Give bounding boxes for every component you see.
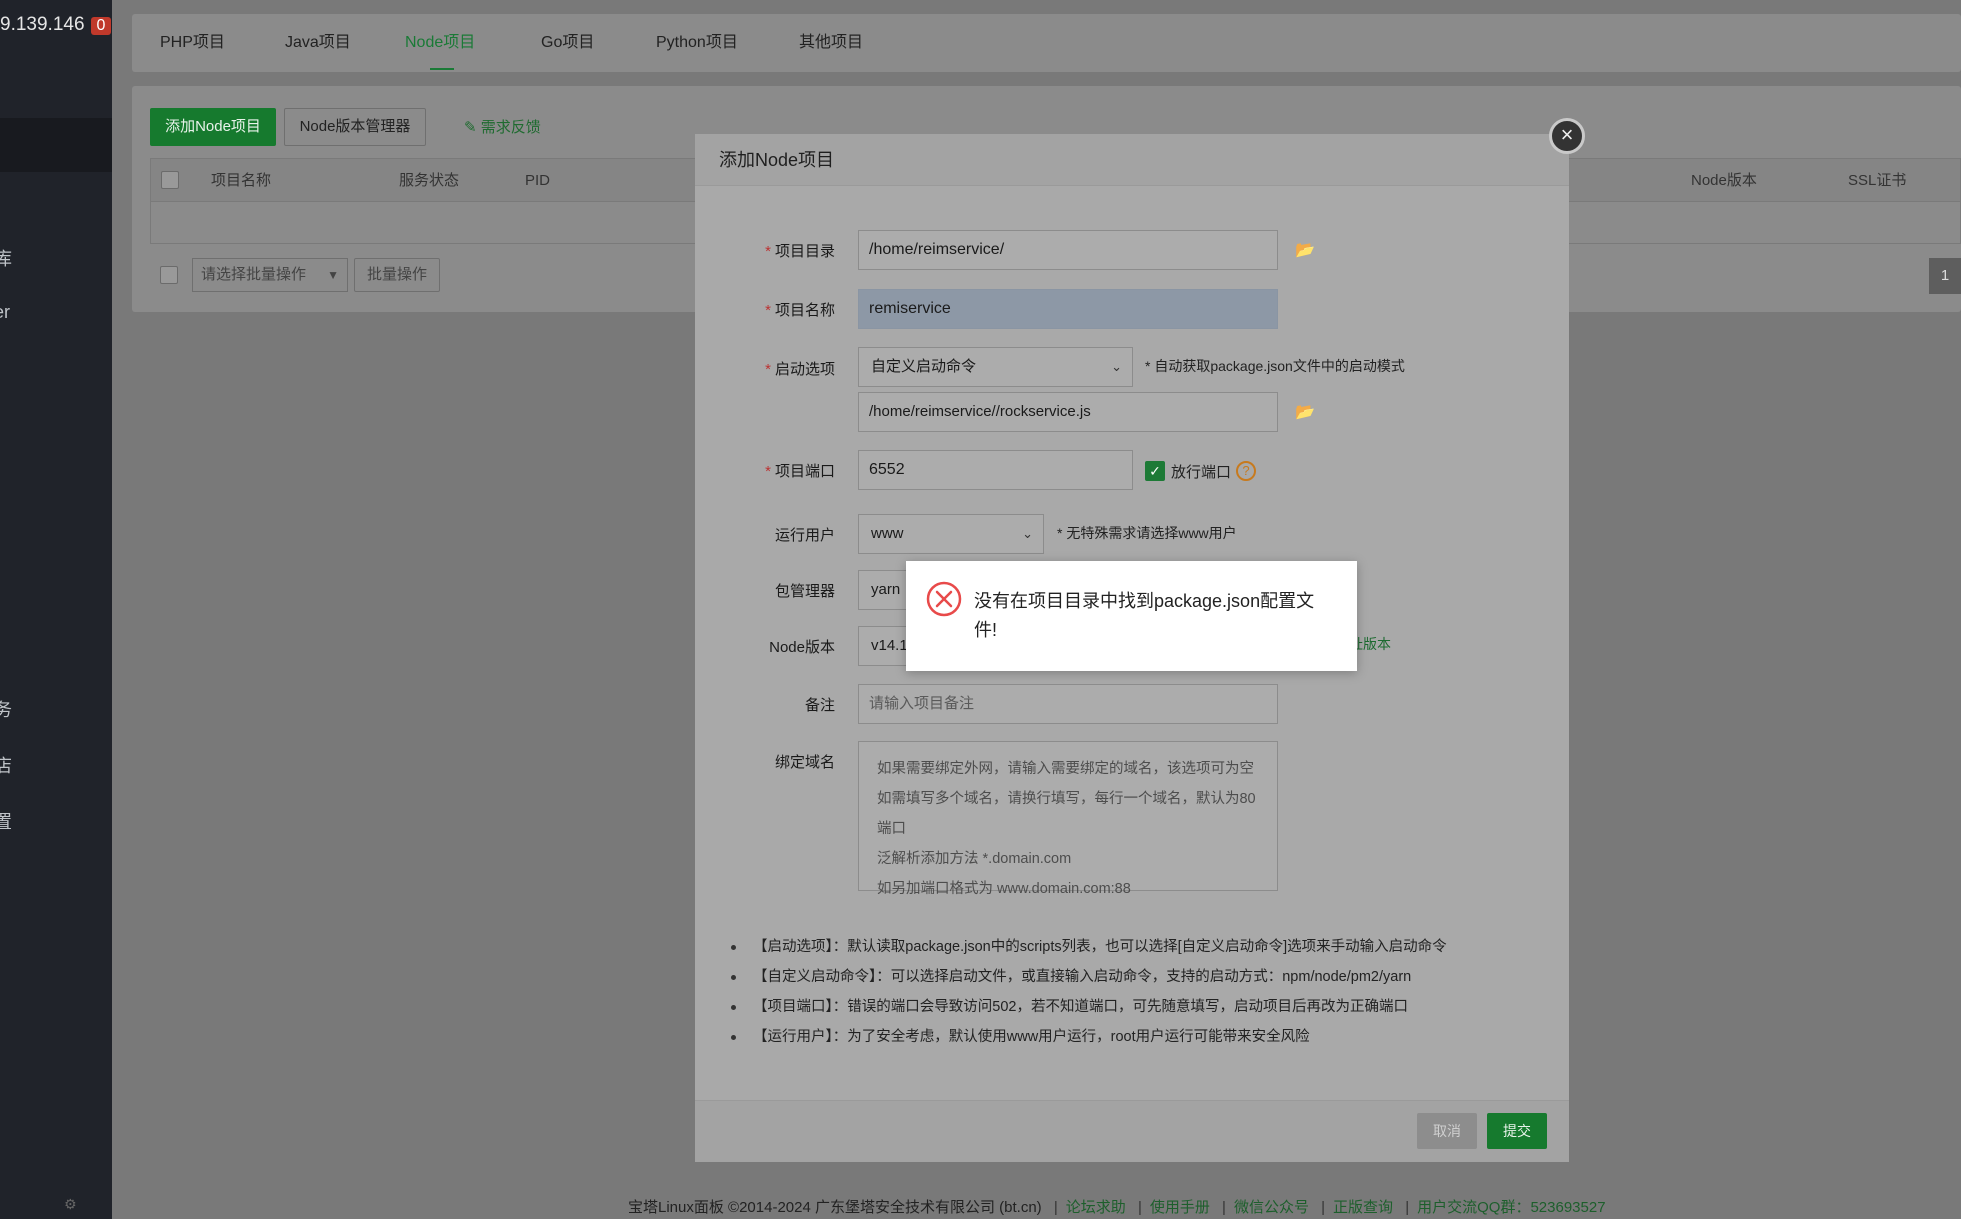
run-user-value: www — [871, 525, 904, 542]
sidebar-item-4[interactable]: 置 — [0, 808, 12, 834]
domain-placeholder-line: 如需填写多个域名，请换行填写，每行一个域名，默认为80端口 — [877, 791, 1256, 837]
gear-icon[interactable]: ⚙ — [64, 1196, 77, 1213]
pagination-page[interactable]: 1 — [1929, 258, 1961, 294]
open-port-checkbox[interactable]: ✓ — [1145, 461, 1165, 481]
note-item: 【项目端口】：错误的端口会导致访问502，若不知道端口，可先随意填写，启动项目后… — [731, 992, 1447, 1022]
error-message: 没有在项目目录中找到package.json配置文件! — [974, 591, 1315, 640]
start-option-select[interactable]: 自定义启动命令 ⌄ — [858, 347, 1133, 387]
project-port-label: * 项目端口 — [765, 463, 835, 480]
batch-select-label: 请选择批量操作 — [201, 266, 307, 283]
batch-select[interactable]: 请选择批量操作 ▼ — [192, 258, 348, 292]
col-service-status[interactable]: 服务状态 — [399, 159, 459, 203]
close-icon[interactable]: × — [1549, 118, 1585, 154]
sidebar-item-1[interactable]: er — [0, 302, 10, 323]
modal-header: 添加Node项目 — [695, 134, 1569, 186]
modal-footer: 取消 提交 — [695, 1100, 1569, 1162]
open-port-label: 放行端口 — [1171, 464, 1232, 481]
chevron-down-icon: ▼ — [327, 268, 339, 282]
run-user-label: 运行用户 — [774, 527, 835, 544]
sidebar: 9.139.146 0 库 er 务 店 置 ⚙ — [0, 0, 112, 1219]
project-name-input[interactable]: remiservice — [858, 289, 1278, 329]
folder-icon[interactable]: 📂 — [1295, 240, 1315, 260]
domain-label: 绑定域名 — [774, 754, 835, 771]
chevron-down-icon: ⌄ — [1022, 526, 1033, 541]
server-ip-text: 9.139.146 — [0, 14, 85, 35]
project-tabs: PHP项目 Java项目 Node项目 Go项目 Python项目 其他项目 — [132, 14, 1961, 72]
error-toast: 没有在项目目录中找到package.json配置文件! — [906, 561, 1357, 671]
notification-badge[interactable]: 0 — [90, 17, 112, 35]
run-user-select[interactable]: www ⌄ — [858, 514, 1044, 554]
tab-php[interactable]: PHP项目 — [160, 14, 225, 72]
footer-link-license[interactable]: 正版查询 — [1333, 1199, 1393, 1216]
copyright: 宝塔Linux面板 ©2014-2024 广东堡塔安全技术有限公司 (bt.cn… — [628, 1199, 1042, 1216]
node-version-label: Node版本 — [769, 639, 835, 656]
domain-placeholder-line: 如另加端口格式为 www.domain.com:88 — [877, 881, 1131, 897]
tab-other[interactable]: 其他项目 — [799, 14, 863, 72]
project-dir-label: * 项目目录 — [765, 243, 835, 260]
help-notes: 【启动选项】：默认读取package.json中的scripts列表，也可以选择… — [731, 932, 1447, 1052]
note-item: 【运行用户】：为了安全考虑，默认使用www用户运行，root用户运行可能带来安全… — [731, 1022, 1447, 1052]
col-pid[interactable]: PID — [525, 159, 550, 203]
domain-placeholder-line: 泛解析添加方法 *.domain.com — [877, 851, 1072, 867]
tab-node[interactable]: Node项目 — [405, 14, 475, 72]
batch-action-button[interactable]: 批量操作 — [354, 258, 440, 292]
sidebar-item-2[interactable]: 务 — [0, 696, 12, 722]
start-option-value: 自定义启动命令 — [871, 358, 977, 375]
sidebar-item-0[interactable]: 库 — [0, 245, 12, 271]
edit-icon: ✎ — [464, 119, 477, 136]
project-port-input[interactable]: 6552 — [858, 450, 1133, 490]
sidebar-active-item[interactable] — [0, 118, 112, 172]
package-manager-label: 包管理器 — [774, 583, 835, 600]
server-ip: 9.139.146 0 — [0, 14, 112, 36]
feedback-link[interactable]: ✎ 需求反馈 — [464, 116, 541, 137]
domain-textarea[interactable]: 如果需要绑定外网，请输入需要绑定的域名，该选项可为空 如需填写多个域名，请换行填… — [858, 741, 1278, 897]
error-icon — [926, 581, 962, 617]
footer-link-manual[interactable]: 使用手册 — [1150, 1199, 1210, 1216]
start-option-label: * 启动选项 — [765, 361, 835, 378]
remark-input[interactable]: 请输入项目备注 — [858, 684, 1278, 724]
sidebar-item-3[interactable]: 店 — [0, 752, 12, 778]
tab-java[interactable]: Java项目 — [285, 14, 351, 72]
col-ssl[interactable]: SSL证书 — [1848, 159, 1906, 203]
package-manager-value: yarn — [871, 581, 901, 598]
batch-checkbox[interactable] — [160, 266, 178, 284]
project-name-label: * 项目名称 — [765, 302, 835, 319]
tab-go[interactable]: Go项目 — [541, 14, 594, 72]
col-node-version[interactable]: Node版本 — [1691, 159, 1757, 203]
modal-title: 添加Node项目 — [719, 150, 835, 170]
node-version-manager-button[interactable]: Node版本管理器 — [284, 108, 426, 146]
col-project-name[interactable]: 项目名称 — [211, 159, 271, 203]
run-user-hint: * 无特殊需求请选择www用户 — [1057, 525, 1237, 541]
cancel-button[interactable]: 取消 — [1417, 1113, 1477, 1149]
start-command-input[interactable]: /home/reimservice//rockservice.js — [858, 392, 1278, 432]
domain-placeholder-line: 如果需要绑定外网，请输入需要绑定的域名，该选项可为空 — [877, 761, 1254, 777]
node-version-value: v14.1 — [871, 637, 908, 654]
feedback-label: 需求反馈 — [480, 119, 541, 136]
help-icon[interactable]: ? — [1236, 461, 1256, 481]
footer-link-qq[interactable]: 用户交流QQ群：523693527 — [1417, 1199, 1605, 1216]
footer-link-wechat[interactable]: 微信公众号 — [1234, 1199, 1309, 1216]
folder-icon[interactable]: 📂 — [1295, 402, 1315, 422]
select-all-checkbox[interactable] — [161, 171, 179, 189]
submit-button[interactable]: 提交 — [1487, 1113, 1547, 1149]
remark-label: 备注 — [804, 697, 835, 714]
footer-link-forum[interactable]: 论坛求助 — [1066, 1199, 1126, 1216]
page-footer: 宝塔Linux面板 ©2014-2024 广东堡塔安全技术有限公司 (bt.cn… — [628, 1199, 1606, 1216]
start-option-hint: * 自动获取package.json文件中的启动模式 — [1145, 358, 1405, 374]
project-dir-input[interactable]: /home/reimservice/ — [858, 230, 1278, 270]
note-item: 【启动选项】：默认读取package.json中的scripts列表，也可以选择… — [731, 932, 1447, 962]
note-item: 【自定义启动命令】：可以选择启动文件，或直接输入启动命令，支持的启动方式：npm… — [731, 962, 1447, 992]
chevron-down-icon: ⌄ — [1111, 359, 1122, 374]
tab-python[interactable]: Python项目 — [656, 14, 738, 72]
add-node-project-button[interactable]: 添加Node项目 — [150, 108, 276, 146]
